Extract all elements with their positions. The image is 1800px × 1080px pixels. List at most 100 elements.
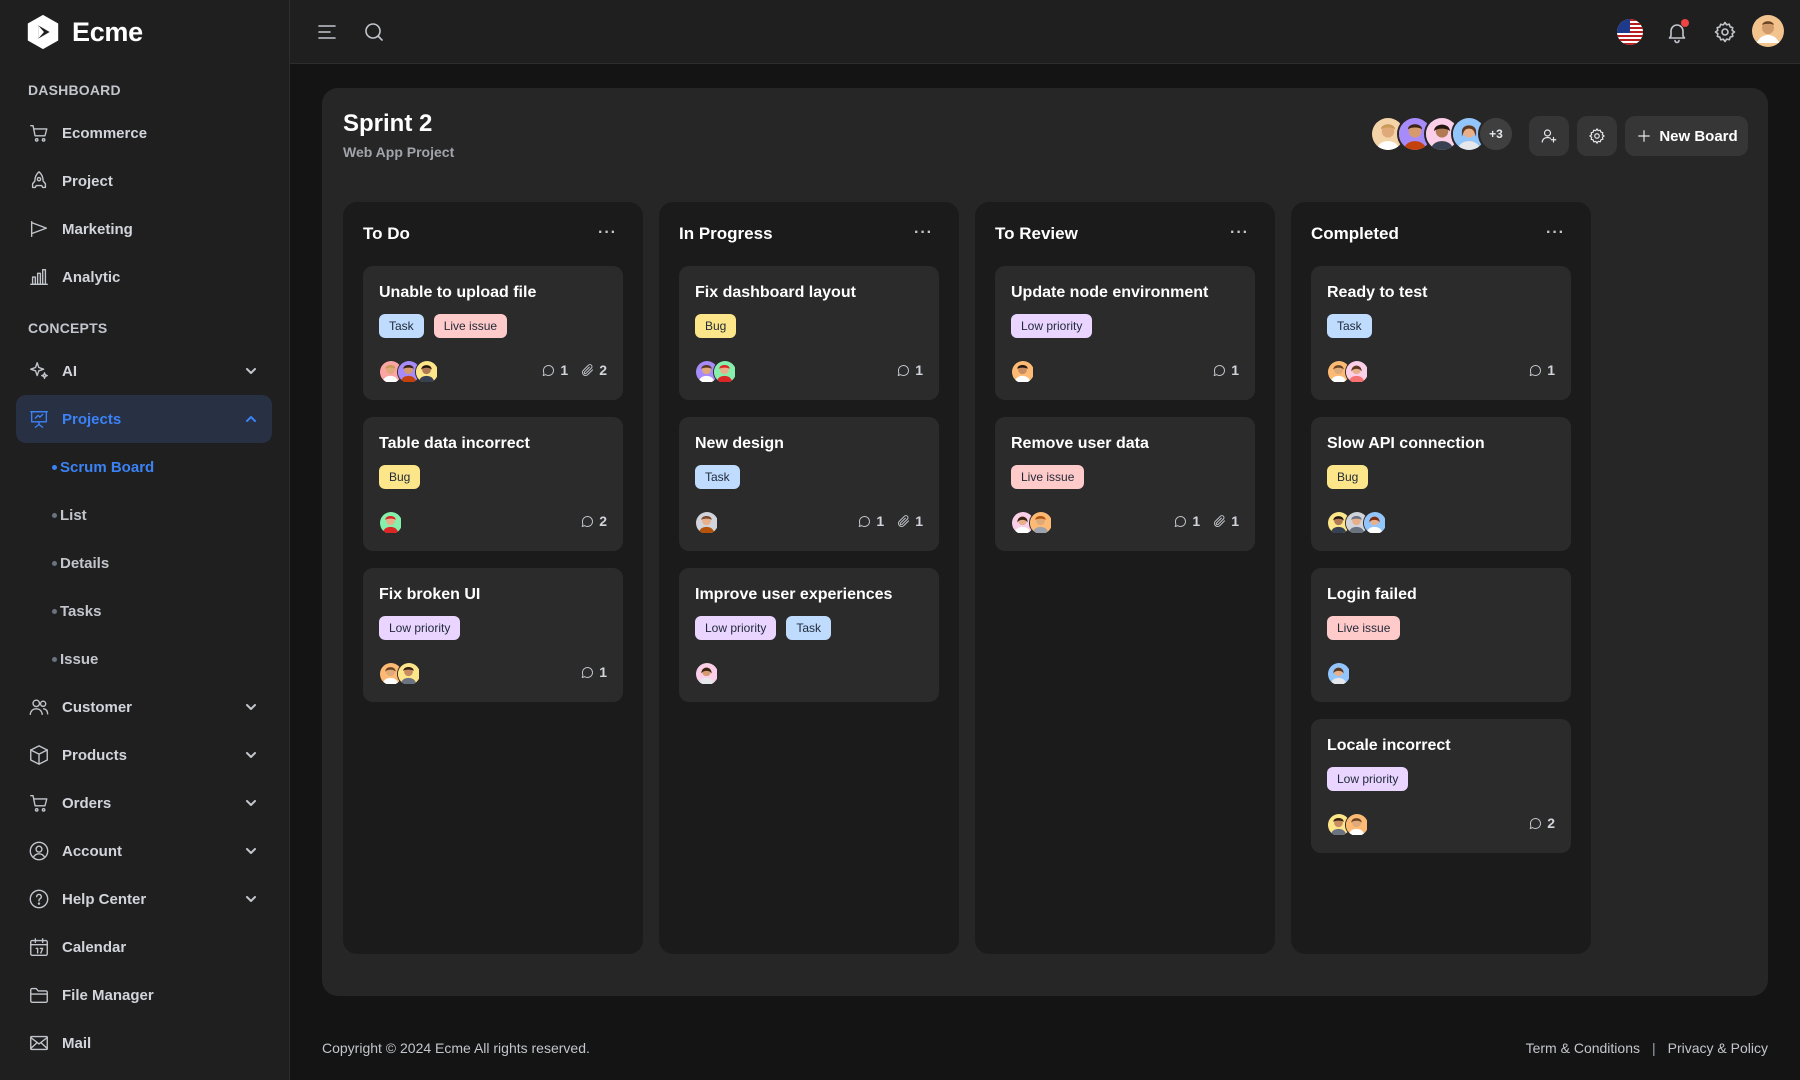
comment-icon: [1175, 515, 1187, 527]
logo[interactable]: Ecme: [24, 12, 143, 52]
user-avatar[interactable]: [1752, 15, 1784, 47]
bullet-dot: [52, 465, 57, 470]
paperclip-icon: [898, 514, 910, 527]
column-todo: To Do ··· Unable to upload file Task Liv…: [343, 202, 643, 954]
sidebar-item-products[interactable]: Products: [16, 731, 272, 779]
task-card[interactable]: Unable to upload file Task Live issue 1 …: [363, 266, 623, 400]
more-members-badge[interactable]: +3: [1478, 116, 1514, 152]
search-icon[interactable]: [361, 19, 387, 45]
sidebar-item-file-manager[interactable]: File Manager: [16, 971, 272, 1019]
sidebar-item-account[interactable]: Account: [16, 827, 272, 875]
comment-count: 1: [541, 362, 568, 378]
bullet-dot: [52, 561, 57, 566]
sidebar-subitem-tasks[interactable]: Tasks: [16, 589, 272, 633]
comment-count: 1: [580, 664, 607, 680]
assignee-avatar: [1327, 662, 1351, 686]
task-card[interactable]: Ready to test Task 1: [1311, 266, 1571, 400]
cart-icon: [28, 792, 50, 814]
sidebar-item-help-center[interactable]: Help Center: [16, 875, 272, 923]
task-card[interactable]: New design Task 1 1: [679, 417, 939, 551]
chevron-down-icon: [244, 700, 258, 714]
new-board-button[interactable]: New Board: [1625, 116, 1748, 156]
terms-link[interactable]: Term & Conditions: [1526, 1040, 1640, 1056]
column-completed: Completed ··· Ready to test Task 1 Slow …: [1291, 202, 1591, 954]
board-members[interactable]: +3: [1370, 116, 1514, 152]
sidebar-item-label: Help Center: [62, 890, 147, 908]
sidebar-item-ai[interactable]: AI: [16, 347, 272, 395]
task-card[interactable]: Fix dashboard layout Bug 1: [679, 266, 939, 400]
sidebar-item-label: Project: [62, 172, 113, 190]
column-title: Completed: [1311, 224, 1399, 243]
sidebar-item-orders[interactable]: Orders: [16, 779, 272, 827]
add-member-button[interactable]: [1529, 116, 1569, 156]
comment-icon: [859, 515, 871, 527]
sidebar-item-label: Account: [62, 842, 122, 860]
sidebar-item-label: Customer: [62, 698, 133, 716]
notification-bell-icon[interactable]: [1664, 19, 1690, 45]
sidebar-item-calendar[interactable]: Calendar: [16, 923, 272, 971]
bullet-dot: [52, 657, 57, 662]
sidebar-subitem-scrum-board[interactable]: Scrum Board: [16, 445, 272, 489]
sidebar-subitem-label: Details: [60, 554, 110, 572]
sidebar-item-mail[interactable]: Mail: [16, 1019, 272, 1067]
assignee-avatar: [1345, 813, 1369, 837]
card-title: Update node environment: [1011, 284, 1209, 301]
task-card[interactable]: Slow API connection Bug: [1311, 417, 1571, 551]
tag-task: Task: [1327, 314, 1372, 338]
sidebar-subitem-label: Issue: [60, 650, 99, 668]
new-board-label: New Board: [1659, 127, 1738, 145]
board-settings-button[interactable]: [1577, 116, 1617, 156]
sidebar-item-ecommerce[interactable]: Ecommerce: [16, 109, 272, 157]
sidebar-item-projects[interactable]: Projects: [16, 395, 272, 443]
sidebar-item-analytic[interactable]: Analytic: [16, 253, 272, 301]
card-title: New design: [695, 435, 784, 452]
tag-task: Task: [379, 314, 424, 338]
bar-chart-icon: [28, 266, 50, 288]
task-card[interactable]: Improve user experiences Low priority Ta…: [679, 568, 939, 702]
menu-toggle-icon[interactable]: [314, 19, 340, 45]
footer-separator: |: [1652, 1040, 1656, 1056]
comment-icon: [543, 364, 555, 376]
task-card[interactable]: Login failed Live issue: [1311, 568, 1571, 702]
sidebar-item-label: Analytic: [62, 268, 121, 286]
top-bar: [290, 0, 1800, 64]
sidebar-item-label: Mail: [62, 1034, 92, 1052]
settings-gear-icon[interactable]: [1712, 19, 1738, 45]
privacy-link[interactable]: Privacy & Policy: [1668, 1040, 1768, 1056]
comment-count: 1: [896, 362, 923, 378]
us-flag-icon[interactable]: [1617, 19, 1643, 45]
sparkles-icon: [28, 360, 50, 382]
presentation-icon: [28, 408, 50, 430]
task-card[interactable]: Table data incorrect Bug 2: [363, 417, 623, 551]
task-card[interactable]: Locale incorrect Low priority 2: [1311, 719, 1571, 853]
task-card[interactable]: Fix broken UI Low priority 1: [363, 568, 623, 702]
sidebar-item-customer[interactable]: Customer: [16, 683, 272, 731]
task-card[interactable]: Update node environment Low priority 1: [995, 266, 1255, 400]
sidebar-subitem-details[interactable]: Details: [16, 541, 272, 585]
rocket-icon: [28, 170, 50, 192]
sidebar-item-project[interactable]: Project: [16, 157, 272, 205]
attachment-count: 2: [580, 362, 607, 378]
users-icon: [28, 696, 50, 718]
calendar-icon: [28, 936, 50, 958]
card-title: Remove user data: [1011, 435, 1149, 452]
tag-low-priority: Low priority: [1011, 314, 1093, 338]
tag-low-priority: Low priority: [1327, 767, 1409, 791]
column-menu-icon[interactable]: ···: [1546, 224, 1565, 242]
attachment-count: 1: [896, 513, 923, 529]
page-title: Sprint 2: [343, 110, 433, 137]
sidebar-subitem-issue[interactable]: Issue: [16, 637, 272, 681]
column-menu-icon[interactable]: ···: [914, 224, 933, 242]
sidebar-item-marketing[interactable]: Marketing: [16, 205, 272, 253]
comment-icon: [1529, 364, 1542, 376]
column-menu-icon[interactable]: ···: [598, 224, 617, 242]
chevron-down-icon: [244, 796, 258, 810]
sidebar: Ecme DASHBOARD Ecommerce Project Marketi…: [0, 0, 290, 1080]
task-card[interactable]: Remove user data Live issue 1 1: [995, 417, 1255, 551]
assignee-avatar: [1011, 360, 1035, 384]
card-title: Slow API connection: [1327, 435, 1485, 452]
column-menu-icon[interactable]: ···: [1230, 224, 1249, 242]
plus-icon: [1638, 130, 1651, 142]
column-title: In Progress: [679, 224, 773, 243]
sidebar-subitem-list[interactable]: List: [16, 493, 272, 537]
